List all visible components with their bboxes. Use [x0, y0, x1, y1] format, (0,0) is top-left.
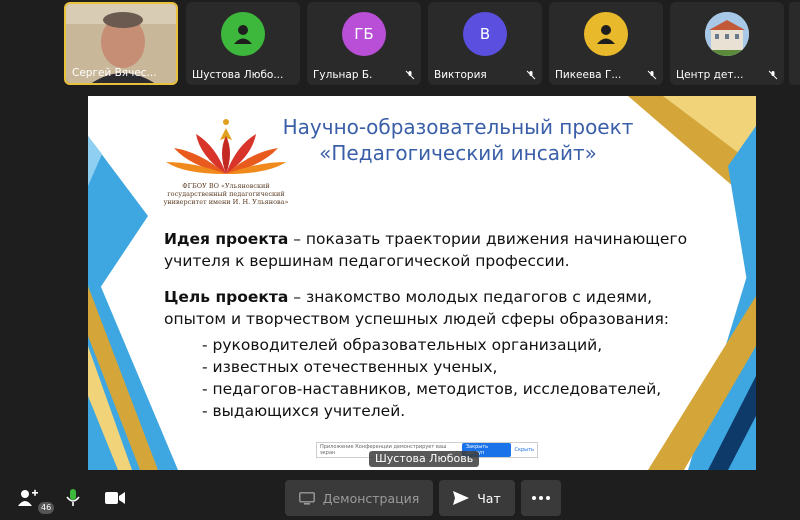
- participant-tile-pikeeva[interactable]: Пикеева Г...: [549, 2, 663, 85]
- slide-title-line: «Педагогический инсайт»: [319, 141, 597, 165]
- more-options-button[interactable]: [521, 480, 561, 516]
- hide-notice-link[interactable]: Скрыть: [515, 447, 535, 453]
- add-participant-icon: [18, 489, 38, 506]
- participant-tile-centr[interactable]: Центр дет...: [670, 2, 784, 85]
- participant-tile-gulnar[interactable]: ГБ Гульнар Б.: [307, 2, 421, 85]
- idea-label: Идея проекта: [164, 230, 289, 248]
- idea-paragraph: Идея проекта – показать траектории движе…: [164, 228, 704, 272]
- screen-share-margin-left: [0, 0, 88, 470]
- participant-name: Шустова Любо...: [192, 69, 284, 81]
- meeting-toolbar: 46 Демонстрация Чат: [0, 476, 800, 520]
- screen-share-icon: [298, 491, 315, 505]
- camera-icon: [105, 492, 125, 504]
- chat-label: Чат: [477, 490, 501, 506]
- user-avatar: [221, 11, 265, 56]
- participant-name: Виктория: [434, 69, 487, 81]
- mic-muted-icon: [405, 70, 415, 80]
- user-avatar: [584, 11, 628, 56]
- logo-caption-line: государственный педагогический: [167, 190, 285, 198]
- mic-muted-icon: [768, 70, 778, 80]
- participant-name: Гульнар Б.: [313, 69, 373, 81]
- microphone-button[interactable]: [58, 480, 88, 516]
- user-icon: [597, 24, 615, 44]
- user-icon: [234, 24, 252, 44]
- mic-muted-icon: [526, 70, 536, 80]
- screen-share-label: Демонстрация: [322, 490, 420, 506]
- microphone-icon: [66, 489, 80, 506]
- participant-tile-partial[interactable]: [789, 2, 800, 85]
- bullet-item: руководителей образовательных организаци…: [202, 334, 704, 356]
- screen-share-margin-right: [756, 96, 800, 470]
- bullet-item: известных отечественных ученых,: [202, 356, 704, 378]
- participant-name: Пикеева Г...: [555, 69, 622, 81]
- bullet-item: выдающихся учителей.: [202, 400, 704, 422]
- participant-strip: Сергей Вячес... Шустова Любо... ГБ Гульн…: [0, 0, 800, 90]
- more-dots-icon: [532, 496, 550, 500]
- chat-button[interactable]: Чат: [439, 480, 515, 516]
- send-message-icon: [453, 491, 470, 505]
- mic-muted-icon: [647, 70, 657, 80]
- logo-caption-line: университет имени И. Н. Ульянова»: [163, 198, 289, 206]
- shared-slide: ФГБОУ ВО «Ульяновский государственный пе…: [88, 96, 756, 470]
- participant-tile-viktoria[interactable]: В Виктория: [428, 2, 542, 85]
- building-photo-icon: [705, 11, 749, 56]
- active-speaker-label: Шустова Любовь: [369, 451, 480, 467]
- initials-avatar: ГБ: [342, 11, 386, 56]
- goal-paragraph: Цель проекта – знакомство молодых педаго…: [164, 286, 704, 330]
- goal-label: Цель проекта: [164, 288, 289, 306]
- goal-bullet-list: руководителей образовательных организаци…: [164, 334, 704, 422]
- slide-title-line: Научно-образовательный проект: [282, 115, 634, 139]
- logo-caption-line: ФГБОУ ВО «Ульяновский: [182, 182, 270, 190]
- logo-caption: ФГБОУ ВО «Ульяновский государственный пе…: [160, 182, 292, 206]
- bullet-item: педагогов-наставников, методистов, иссле…: [202, 378, 704, 400]
- building-avatar: [705, 11, 749, 56]
- initials-avatar: В: [463, 11, 507, 56]
- screen-share-button[interactable]: Демонстрация: [285, 480, 433, 516]
- participant-tile-shustova[interactable]: Шустова Любо...: [186, 2, 300, 85]
- camera-button[interactable]: [98, 480, 132, 516]
- participant-name: Центр дет...: [676, 69, 744, 81]
- slide-body: Идея проекта – показать траектории движе…: [164, 228, 704, 422]
- slide-title: Научно-образовательный проект «Педагогич…: [248, 114, 668, 166]
- participants-count-badge: 46: [38, 502, 55, 514]
- participants-button[interactable]: 46: [10, 480, 55, 516]
